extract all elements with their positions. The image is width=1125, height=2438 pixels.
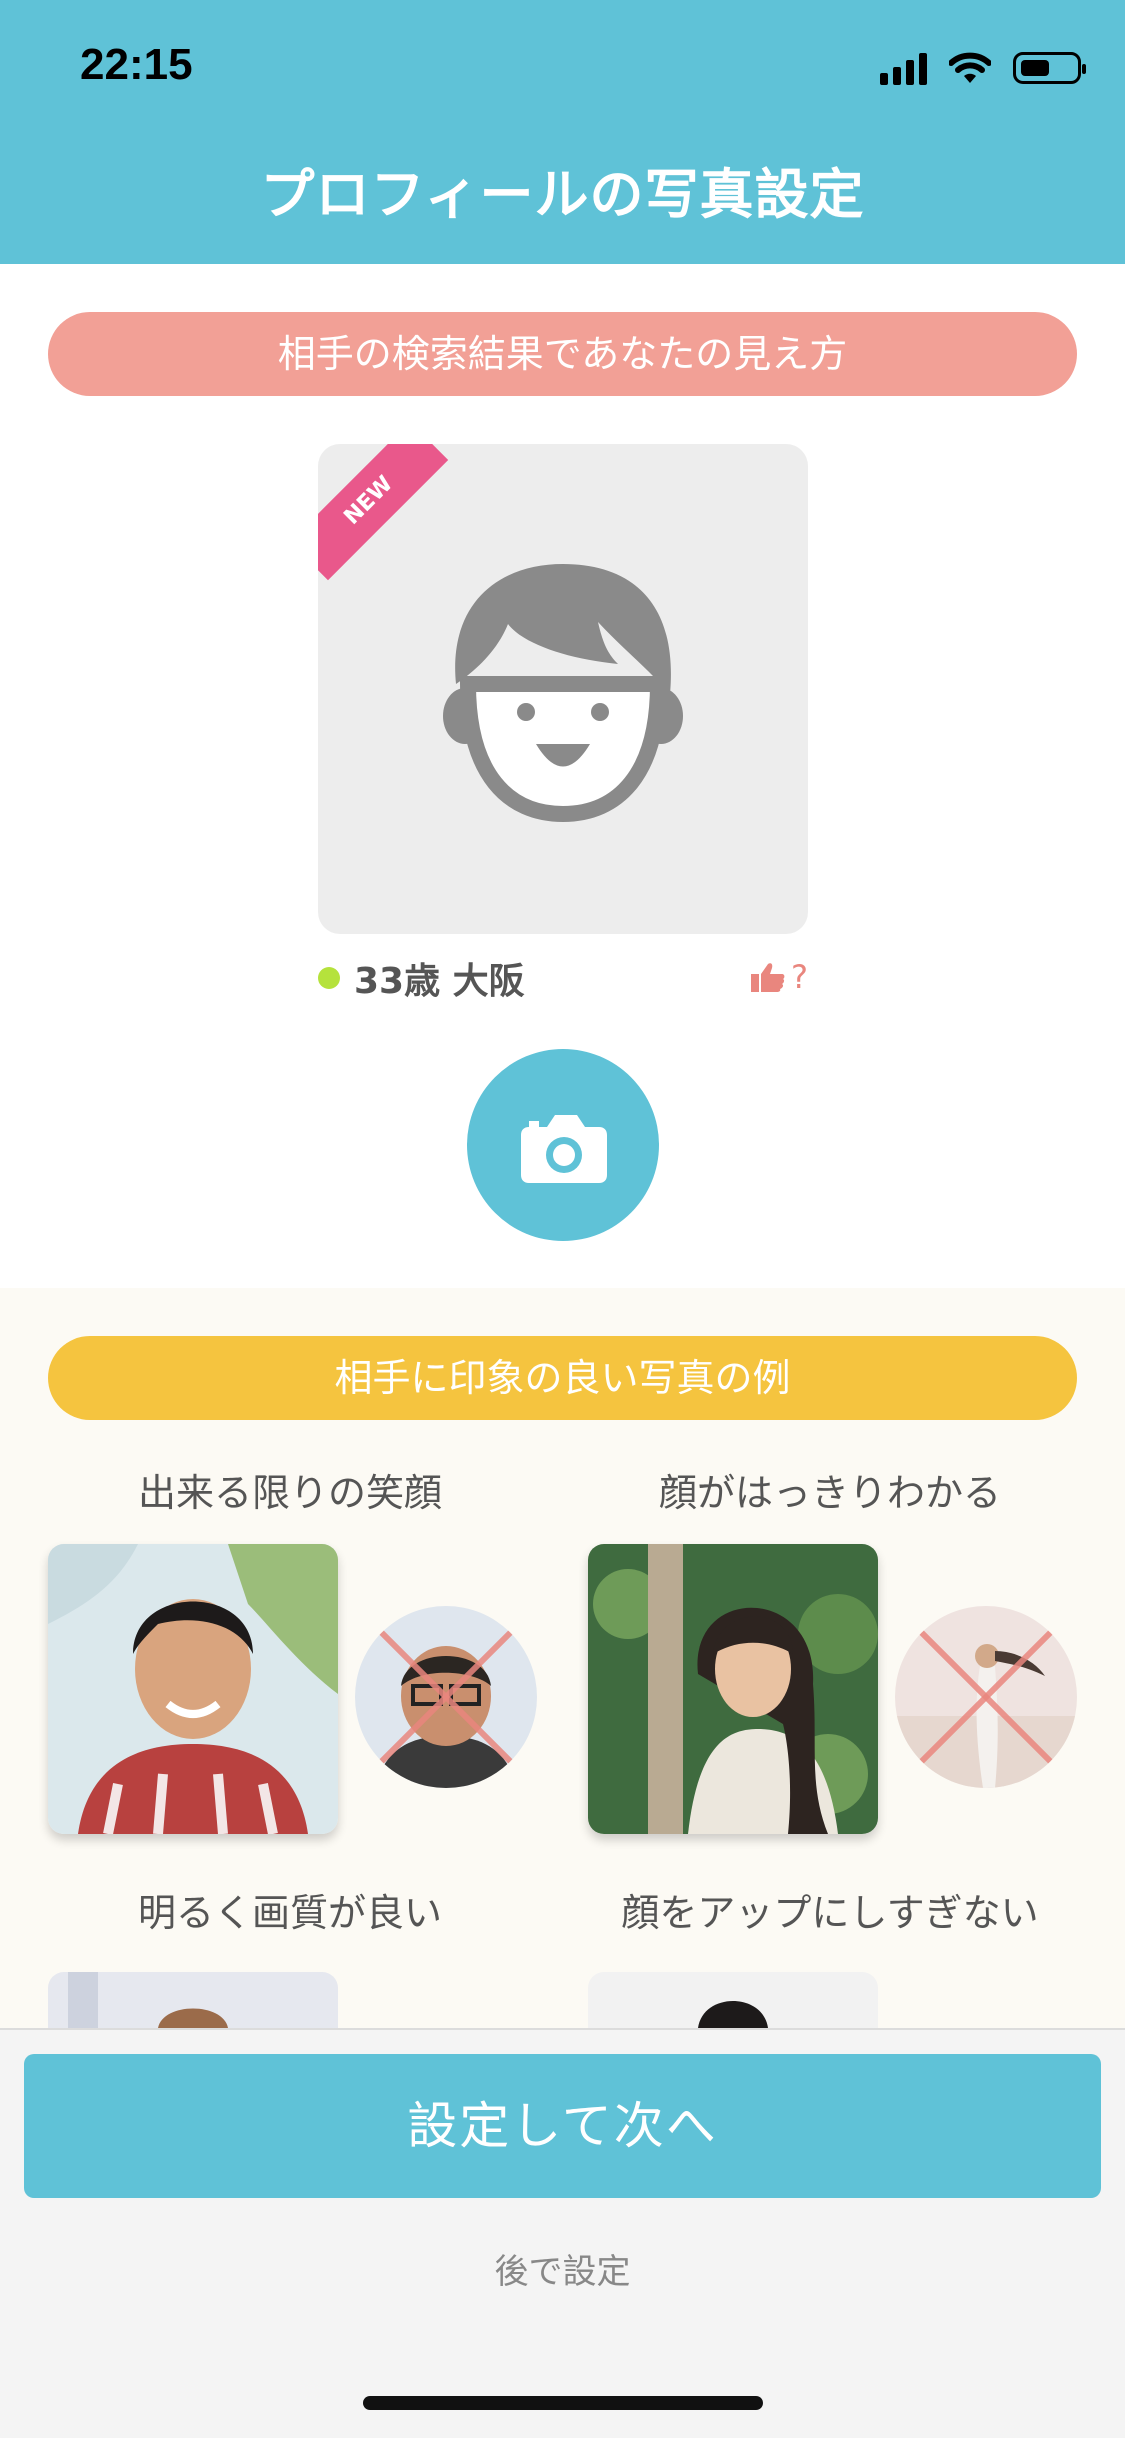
- example-caption-clear-face: 顔がはっきりわかる: [658, 1471, 1001, 1515]
- good-example-photo-bright: [48, 1972, 338, 2028]
- search-preview-banner: 相手の検索結果であなたの見え方: [48, 312, 1077, 396]
- bottom-action-bar: 設定して次へ 後で設定: [0, 2028, 1125, 2438]
- x-mark-icon: [372, 1623, 520, 1771]
- good-example-photo-not-too-close: [588, 1972, 878, 2028]
- signal-icon: [880, 51, 927, 85]
- camera-icon: [521, 1115, 607, 1183]
- avatar-placeholder-icon: [443, 564, 683, 823]
- set-later-link[interactable]: 後で設定: [0, 2244, 1125, 2293]
- bad-example-photo-unclear-face: [895, 1606, 1077, 1788]
- status-time: 22:15: [80, 40, 193, 89]
- examples-banner: 相手に印象の良い写真の例: [48, 1336, 1077, 1420]
- example-caption-smile: 出来る限りの笑顔: [137, 1471, 442, 1515]
- profile-preview-card: NEW: [318, 444, 808, 934]
- like-info[interactable]: ?: [751, 958, 808, 996]
- bad-example-photo-no-smile: [355, 1606, 537, 1788]
- set-and-next-button[interactable]: 設定して次へ: [24, 2054, 1101, 2198]
- thumbs-up-icon: [751, 963, 785, 992]
- home-indicator: [363, 2396, 763, 2410]
- header: 22:15 プロフィールの写真設定: [0, 0, 1125, 264]
- camera-button[interactable]: [467, 1049, 659, 1241]
- status-icons: [880, 48, 1086, 88]
- x-mark-icon: [912, 1623, 1060, 1771]
- online-status-dot: [318, 967, 340, 989]
- wifi-icon: [949, 52, 991, 83]
- age-location-label: 33歳 大阪: [354, 961, 525, 1002]
- battery-icon: [1013, 52, 1086, 84]
- example-caption-bright: 明るく画質が良い: [137, 1891, 442, 1935]
- page-title: プロフィールの写真設定: [260, 163, 865, 226]
- example-caption-not-too-close: 顔をアップにしすぎない: [621, 1891, 1039, 1935]
- good-example-photo-smile: [48, 1544, 338, 1834]
- like-help-mark: ?: [791, 958, 808, 996]
- good-example-photo-clear-face: [588, 1544, 878, 1834]
- profile-preview-info: 33歳 大阪 ?: [318, 950, 808, 1002]
